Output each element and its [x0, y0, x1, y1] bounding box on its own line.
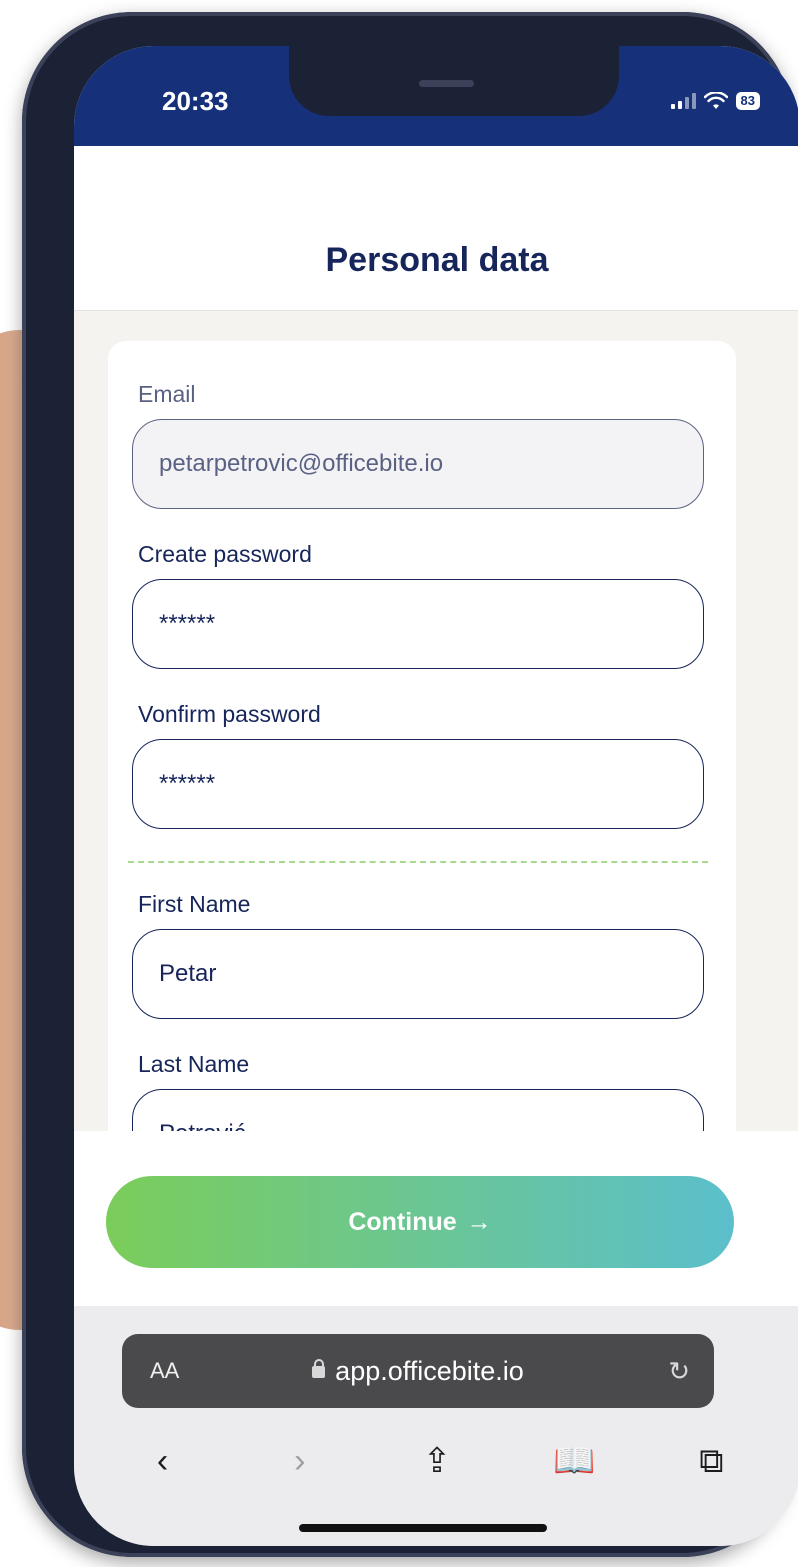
signal-icon	[670, 93, 696, 109]
status-bar: 20:33 83	[74, 46, 798, 146]
address-bar[interactable]: AA app.officebite.io ↻	[122, 1334, 714, 1408]
confirm-password-field[interactable]: ******	[132, 739, 704, 829]
speaker	[419, 80, 474, 87]
share-icon[interactable]: ⇪	[407, 1441, 467, 1481]
first-name-label: First Name	[138, 891, 251, 917]
last-name-label: Last Name	[138, 1051, 250, 1077]
lock-icon	[312, 1358, 326, 1378]
page-title: Personal data	[325, 241, 549, 279]
action-area: Continue →	[74, 1131, 798, 1306]
back-icon[interactable]: ‹	[133, 1442, 193, 1481]
create-password-label: Create password	[138, 541, 312, 567]
url-text: app.officebite.io	[335, 1355, 524, 1386]
status-time: 20:33	[162, 86, 229, 116]
url-display[interactable]: app.officebite.io	[122, 1356, 714, 1387]
email-label: Email	[138, 381, 196, 407]
continue-label: Continue	[348, 1207, 457, 1236]
arrow-right-icon: →	[466, 1207, 492, 1236]
wifi-icon	[703, 92, 728, 109]
home-indicator[interactable]	[299, 1524, 547, 1532]
browser-chrome: AA app.officebite.io ↻ ‹ › ⇪ 📖 ⧉	[74, 1306, 798, 1546]
battery-icon: 83	[735, 92, 760, 110]
confirm-password-label: Vonfirm password	[138, 701, 321, 727]
status-icons: 83	[670, 92, 760, 110]
page-header: Personal data	[74, 146, 798, 311]
reload-icon[interactable]: ↻	[668, 1356, 690, 1387]
email-field: petarpetrovic@officebite.io	[132, 419, 704, 509]
forward-icon[interactable]: ›	[270, 1442, 330, 1481]
phone-screen: 20:33 83 Personal data Email petarpetrov…	[74, 46, 798, 1546]
section-divider	[128, 861, 708, 863]
bookmarks-icon[interactable]: 📖	[544, 1441, 604, 1481]
browser-toolbar: ‹ › ⇪ 📖 ⧉	[74, 1426, 798, 1496]
tabs-icon[interactable]: ⧉	[681, 1442, 741, 1481]
photo-scene: 20:33 83 Personal data Email petarpetrov…	[0, 0, 798, 1567]
form-card: Email petarpetrovic@officebite.io Create…	[108, 341, 736, 1201]
continue-button[interactable]: Continue →	[106, 1176, 734, 1268]
first-name-field[interactable]: Petar	[132, 929, 704, 1019]
phone-body: 20:33 83 Personal data Email petarpetrov…	[22, 12, 798, 1557]
create-password-field[interactable]: ******	[132, 579, 704, 669]
